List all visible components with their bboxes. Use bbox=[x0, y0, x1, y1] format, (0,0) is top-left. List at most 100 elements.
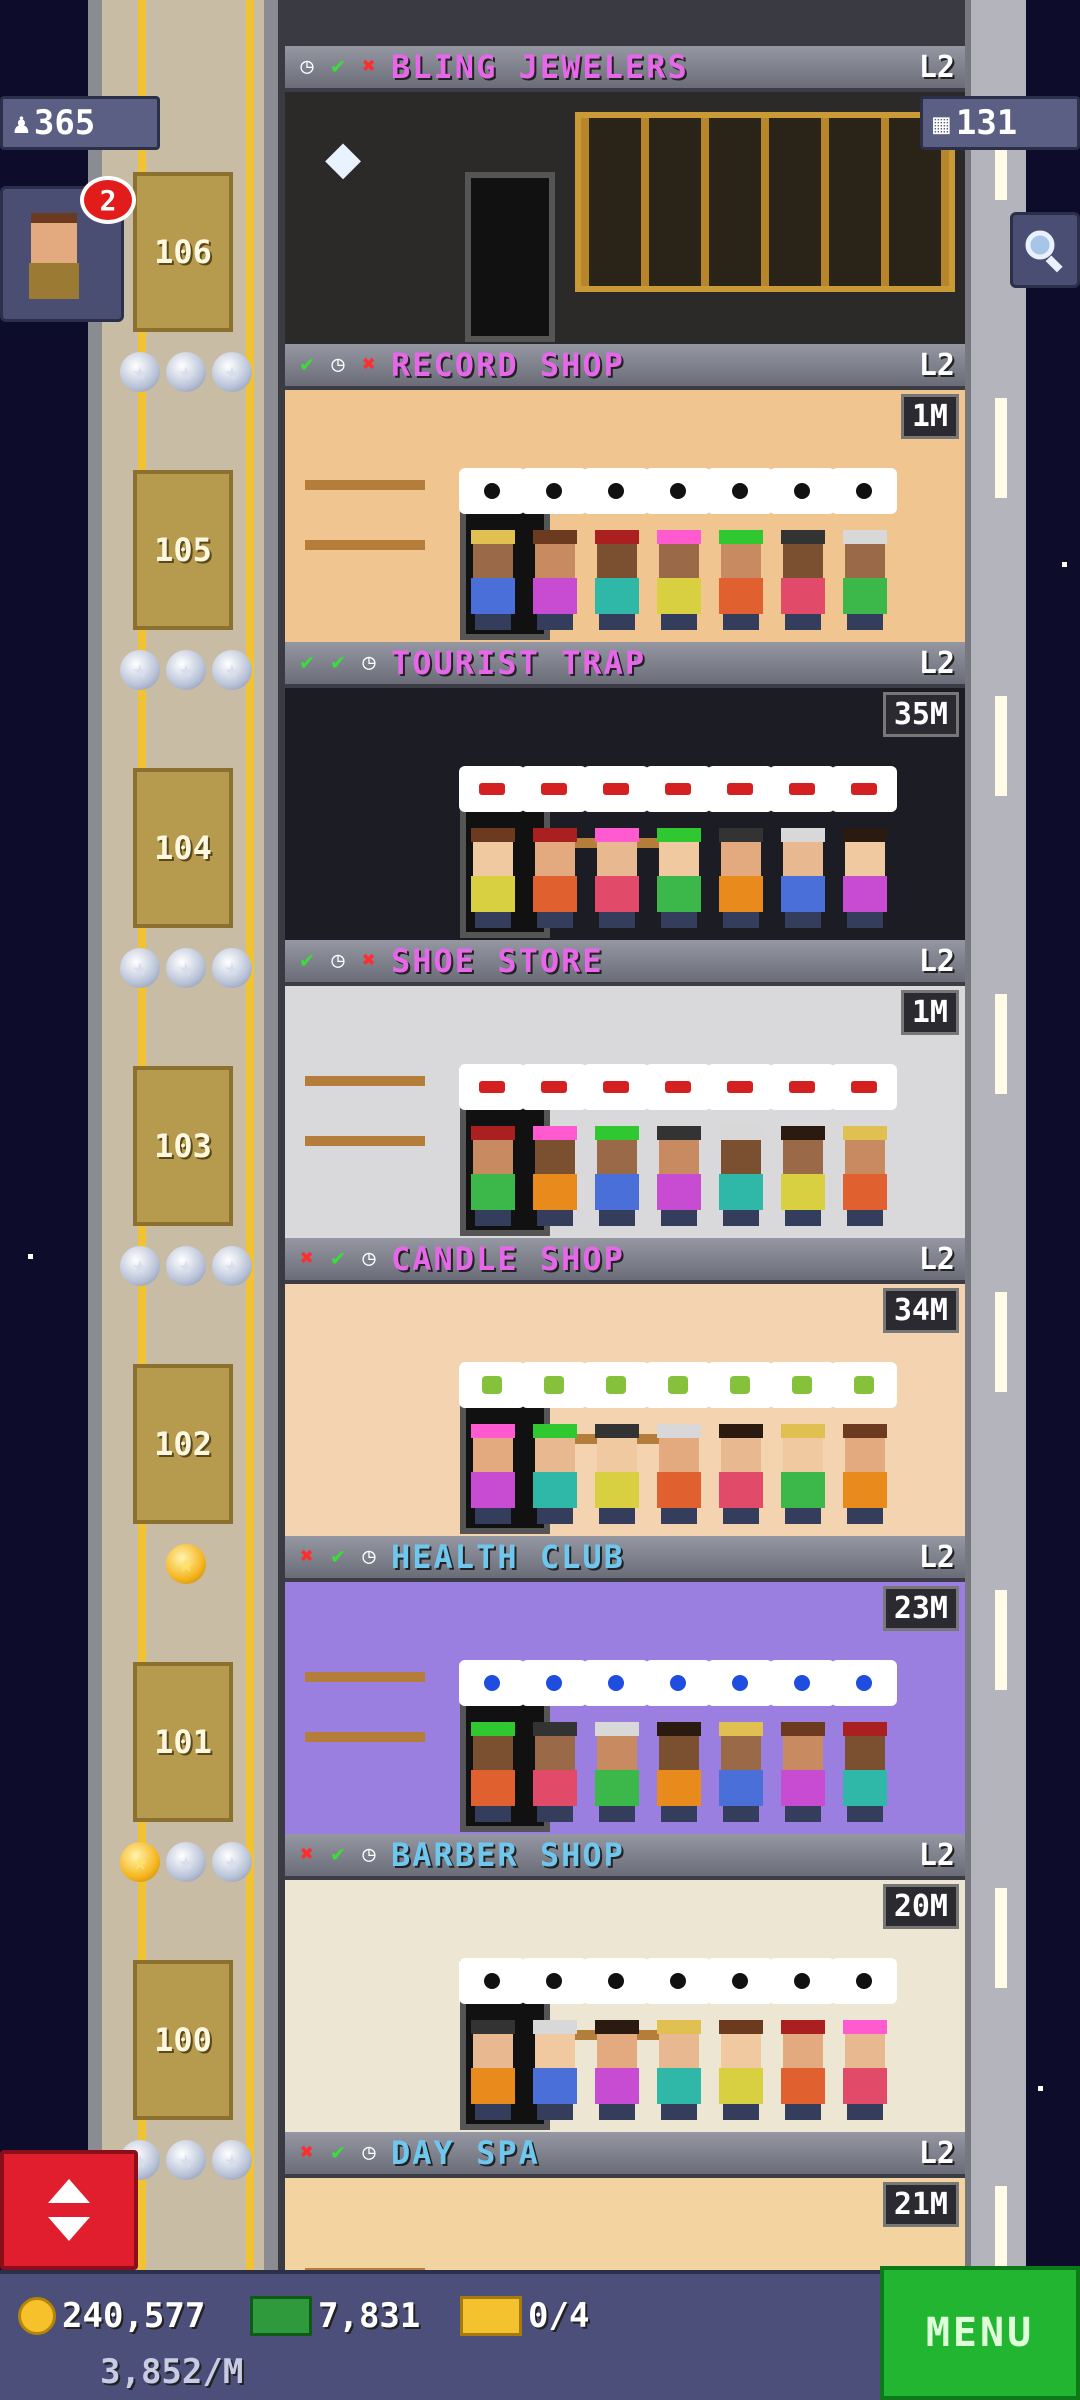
bitizen[interactable] bbox=[459, 1958, 525, 2120]
waiting-bitizens bbox=[459, 1064, 897, 1226]
bitizen[interactable] bbox=[769, 468, 835, 630]
bitizen[interactable] bbox=[459, 766, 525, 928]
floor-room[interactable]: 21M bbox=[285, 2178, 965, 2270]
request-bubble bbox=[583, 1064, 649, 1110]
floor-room[interactable]: 1M bbox=[285, 986, 965, 1238]
bitizen[interactable] bbox=[583, 1064, 649, 1226]
tickets-value: 0/4 bbox=[528, 2296, 590, 2336]
search-button[interactable] bbox=[1010, 212, 1080, 288]
bitizen[interactable] bbox=[583, 468, 649, 630]
floor-title-bar[interactable]: ✖ ✔ ◷ CANDLE SHOP L2 bbox=[285, 1238, 965, 1284]
bitizen[interactable] bbox=[707, 1362, 773, 1524]
floor-room[interactable]: 34M bbox=[285, 1284, 965, 1536]
coins-counter[interactable]: 240,577 bbox=[18, 2296, 205, 2336]
floor-name: BLING JEWELERS bbox=[391, 48, 689, 86]
bitizen[interactable] bbox=[831, 1064, 897, 1226]
floors-value: 131 bbox=[955, 103, 1018, 143]
request-bubble bbox=[583, 1660, 649, 1706]
elevator-toggle-button[interactable] bbox=[0, 2150, 138, 2270]
floor-tourist-trap[interactable]: ✔ ✔ ◷ TOURIST TRAP L2 35M bbox=[285, 642, 965, 940]
bitizen[interactable] bbox=[459, 468, 525, 630]
bitizen[interactable] bbox=[521, 1064, 587, 1226]
bitizen[interactable] bbox=[645, 1064, 711, 1226]
bitizen[interactable] bbox=[459, 1362, 525, 1524]
tickets-counter[interactable]: 0/4 bbox=[460, 2296, 589, 2336]
star-icon: ★ bbox=[212, 2140, 252, 2180]
request-bubble bbox=[459, 1064, 525, 1110]
clock-icon: ◷ bbox=[300, 54, 314, 79]
floor-shoe-store[interactable]: ✔ ◷ ✖ SHOE STORE L2 1M bbox=[285, 940, 965, 1238]
bitizen[interactable] bbox=[645, 766, 711, 928]
elevator-rail bbox=[246, 0, 254, 2270]
bitizen[interactable] bbox=[583, 1958, 649, 2120]
floor-title-bar[interactable]: ◷ ✔ ✖ BLING JEWELERS L2 bbox=[285, 46, 965, 92]
stock-status-icons: ✖ ✔ ◷ bbox=[293, 2139, 383, 2167]
floors-counter[interactable]: ▦ 131 bbox=[920, 96, 1080, 150]
request-bubble bbox=[583, 1362, 649, 1408]
bitizen[interactable] bbox=[583, 766, 649, 928]
bitizen[interactable] bbox=[707, 1958, 773, 2120]
bitizen[interactable] bbox=[583, 1660, 649, 1822]
floor-title-bar[interactable]: ✔ ◷ ✖ SHOE STORE L2 bbox=[285, 940, 965, 986]
menu-button[interactable]: MENU bbox=[880, 2266, 1080, 2400]
background-star bbox=[1062, 562, 1067, 567]
bitizen[interactable] bbox=[831, 1362, 897, 1524]
bitizen[interactable] bbox=[521, 468, 587, 630]
bitizen[interactable] bbox=[521, 1660, 587, 1822]
floor-health-club[interactable]: ✖ ✔ ◷ HEALTH CLUB L2 23M bbox=[285, 1536, 965, 1834]
floor-room[interactable]: 23M bbox=[285, 1582, 965, 1834]
bitizen[interactable] bbox=[645, 468, 711, 630]
bitizen[interactable] bbox=[769, 766, 835, 928]
floor-candle-shop[interactable]: ✖ ✔ ◷ CANDLE SHOP L2 34M bbox=[285, 1238, 965, 1536]
bitizen[interactable] bbox=[831, 1958, 897, 2120]
cross-icon: ✖ bbox=[300, 1842, 314, 1867]
bitizen[interactable] bbox=[521, 1362, 587, 1524]
population-value: 365 bbox=[33, 103, 96, 143]
bitizen[interactable] bbox=[645, 1660, 711, 1822]
stock-amount: 21M bbox=[882, 2182, 959, 2227]
clock-icon: ◷ bbox=[331, 352, 345, 377]
population-counter[interactable]: ♟ 365 bbox=[0, 96, 160, 150]
bitizen[interactable] bbox=[769, 1064, 835, 1226]
floor-title-bar[interactable]: ✖ ✔ ◷ BARBER SHOP L2 bbox=[285, 1834, 965, 1880]
bitizen[interactable] bbox=[645, 1958, 711, 2120]
bitizen[interactable] bbox=[707, 468, 773, 630]
pillar-light bbox=[995, 1292, 1007, 1392]
bitizen[interactable] bbox=[707, 1064, 773, 1226]
floor-room[interactable]: 1M bbox=[285, 390, 965, 642]
shaft-floor-number: 101 bbox=[133, 1662, 233, 1822]
floor-barber-shop[interactable]: ✖ ✔ ◷ BARBER SHOP L2 20M bbox=[285, 1834, 965, 2132]
floor-day-spa[interactable]: ✖ ✔ ◷ DAY SPA L2 21M bbox=[285, 2132, 965, 2270]
bux-counter[interactable]: 7,831 bbox=[250, 2296, 420, 2336]
floor-title-bar[interactable]: ✖ ✔ ◷ DAY SPA L2 bbox=[285, 2132, 965, 2178]
bitizen[interactable] bbox=[831, 766, 897, 928]
floor-room[interactable]: 35M bbox=[285, 688, 965, 940]
bitizen[interactable] bbox=[583, 1362, 649, 1524]
pillar-light bbox=[995, 696, 1007, 796]
bitizen[interactable] bbox=[831, 1660, 897, 1822]
notification-badge[interactable]: 2 bbox=[80, 176, 136, 224]
pillar-light bbox=[995, 1590, 1007, 1690]
floor-title-bar[interactable]: ✔ ◷ ✖ RECORD SHOP L2 bbox=[285, 344, 965, 390]
floor-title-bar[interactable]: ✔ ✔ ◷ TOURIST TRAP L2 bbox=[285, 642, 965, 688]
bitizen[interactable] bbox=[707, 766, 773, 928]
bitizen[interactable] bbox=[521, 1958, 587, 2120]
bitizen[interactable] bbox=[769, 1958, 835, 2120]
bitizen[interactable] bbox=[707, 1660, 773, 1822]
floor-bling-jewelers[interactable]: ◷ ✔ ✖ BLING JEWELERS L2 ◆ bbox=[285, 46, 965, 344]
bitizen[interactable] bbox=[645, 1362, 711, 1524]
bitizen[interactable] bbox=[769, 1660, 835, 1822]
bitizen[interactable] bbox=[521, 766, 587, 928]
bitizen[interactable] bbox=[769, 1362, 835, 1524]
star-icon: ★ bbox=[166, 2140, 206, 2180]
floor-room[interactable]: 20M bbox=[285, 1880, 965, 2132]
bitizen[interactable] bbox=[459, 1660, 525, 1822]
bitizen[interactable] bbox=[831, 468, 897, 630]
floor-room[interactable]: ◆ bbox=[285, 92, 965, 344]
check-icon: ✔ bbox=[331, 1246, 345, 1271]
floor-record-shop[interactable]: ✔ ◷ ✖ RECORD SHOP L2 1M bbox=[285, 344, 965, 642]
check-icon: ✔ bbox=[331, 54, 345, 79]
bitizen[interactable] bbox=[459, 1064, 525, 1226]
request-bubble bbox=[459, 1660, 525, 1706]
floor-title-bar[interactable]: ✖ ✔ ◷ HEALTH CLUB L2 bbox=[285, 1536, 965, 1582]
